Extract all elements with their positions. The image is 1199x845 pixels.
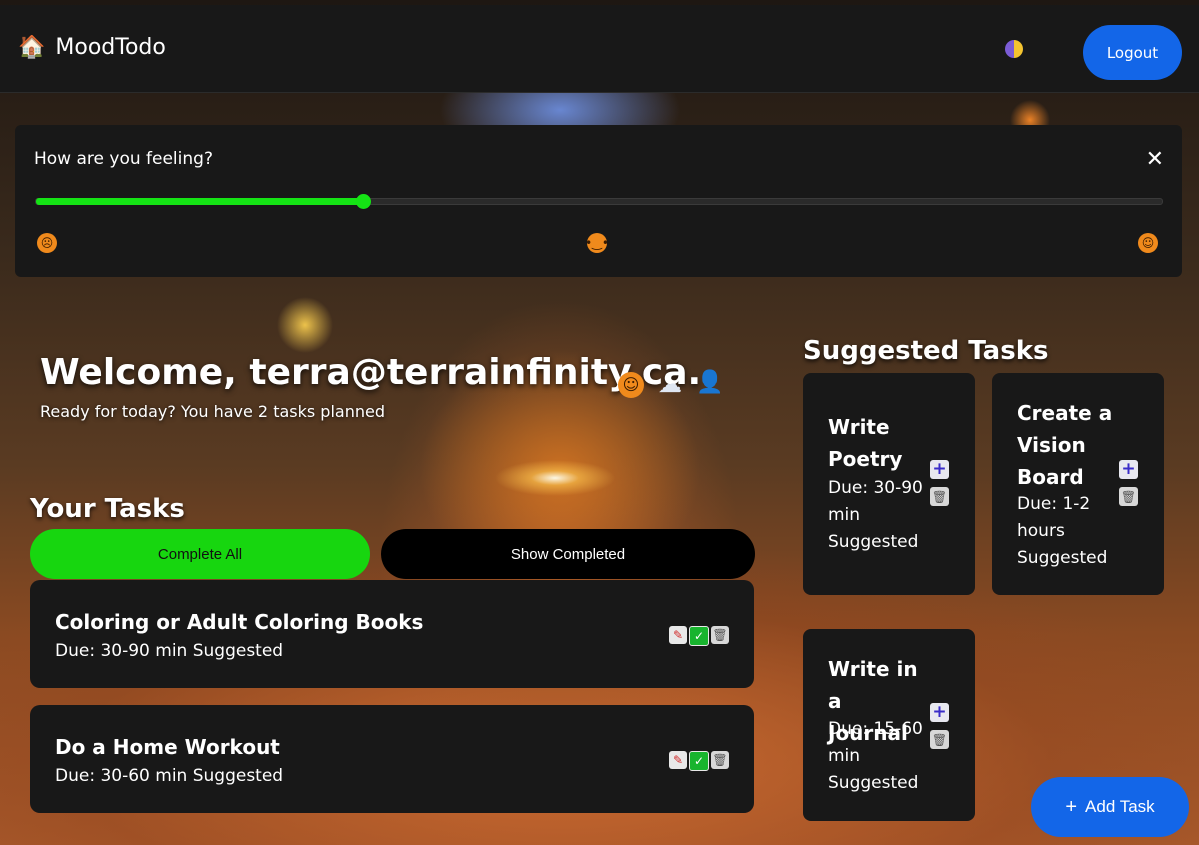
happy-face-icon[interactable]: ☺ xyxy=(1138,233,1158,253)
brand-name: MoodTodo xyxy=(55,35,166,60)
suggested-due: Due: 1-2 hours xyxy=(1017,494,1091,541)
tasks-heading: Your Tasks xyxy=(30,494,185,524)
suggested-title: Write Poetry xyxy=(828,415,903,471)
mood-slider-fill xyxy=(36,198,363,205)
add-icon[interactable]: + xyxy=(930,703,949,722)
mood-slider[interactable] xyxy=(35,194,1163,209)
task-card: Coloring or Adult Coloring Books Due: 30… xyxy=(30,580,754,688)
task-due: Due: 30-60 min Suggested xyxy=(55,766,284,786)
suggested-tag: Suggested xyxy=(1017,548,1108,568)
house-icon: 🏠 xyxy=(18,34,46,60)
mood-slider-thumb[interactable] xyxy=(355,194,371,209)
suggested-tag: Suggested xyxy=(828,532,919,552)
mood-question: How are you feeling? xyxy=(34,149,213,169)
brand[interactable]: 🏠 MoodTodo xyxy=(18,35,166,60)
task-actions: ✎ ✓ 🗑 xyxy=(669,751,729,771)
add-task-label: Add Task xyxy=(1085,797,1155,816)
sad-face-icon[interactable]: ☹ xyxy=(37,233,57,253)
add-task-button[interactable]: + Add Task xyxy=(1031,777,1189,837)
trash-icon[interactable]: 🗑 xyxy=(711,626,729,644)
welcome-subtitle: Ready for today? You have 2 tasks planne… xyxy=(40,402,385,421)
suggested-meta: Due: 15-60 min Suggested xyxy=(828,716,923,797)
task-title: Do a Home Workout xyxy=(55,735,280,759)
mood-panel: How are you feeling? ✕ ☹ •‿• ☺ xyxy=(15,125,1182,277)
trash-icon[interactable]: 🗑 xyxy=(930,730,949,749)
half-moon-icon[interactable] xyxy=(1005,40,1023,58)
add-icon[interactable]: + xyxy=(930,460,949,479)
edit-icon[interactable]: ✎ xyxy=(669,626,687,644)
logout-button[interactable]: Logout xyxy=(1083,25,1182,80)
trash-icon[interactable]: 🗑 xyxy=(930,487,949,506)
suggested-meta: Due: 30-90 min Suggested xyxy=(828,475,923,556)
show-completed-button[interactable]: Show Completed xyxy=(381,529,755,579)
suggested-due: Due: 15-60 min xyxy=(828,719,923,766)
suggested-due: Due: 30-90 min xyxy=(828,478,923,525)
task-title: Coloring or Adult Coloring Books xyxy=(55,610,424,634)
suggested-card: Write Poetry Due: 30-90 min Suggested + … xyxy=(803,373,975,595)
suggested-tag: Suggested xyxy=(828,773,919,793)
happy-face-icon: ☺ xyxy=(618,372,644,398)
navbar: 🏠 MoodTodo Logout xyxy=(0,5,1199,93)
complete-all-button[interactable]: Complete All xyxy=(30,529,370,579)
neutral-face-icon[interactable]: •‿• xyxy=(585,233,609,253)
user-icon: 👤 xyxy=(696,370,724,395)
add-icon[interactable]: + xyxy=(1119,460,1138,479)
suggested-card: Write in a Journal Due: 15-60 min Sugges… xyxy=(803,629,975,821)
trash-icon[interactable]: 🗑 xyxy=(1119,487,1138,506)
suggested-heading: Suggested Tasks xyxy=(803,336,1049,366)
trash-icon[interactable]: 🗑 xyxy=(711,751,729,769)
check-icon[interactable]: ✓ xyxy=(689,626,709,646)
task-actions: ✎ ✓ 🗑 xyxy=(669,626,729,646)
status-icons: ☺ ☁ 👤 xyxy=(618,372,723,398)
task-card: Do a Home Workout Due: 30-60 min Suggest… xyxy=(30,705,754,813)
suggested-card: Create a Vision Board Due: 1-2 hours Sug… xyxy=(992,373,1164,595)
check-icon[interactable]: ✓ xyxy=(689,751,709,771)
plus-icon: + xyxy=(1065,795,1078,818)
welcome-title: Welcome, terra@terrainfinity.ca. xyxy=(40,352,702,393)
edit-icon[interactable]: ✎ xyxy=(669,751,687,769)
suggested-title: Create a Vision Board xyxy=(1017,401,1113,489)
close-icon[interactable]: ✕ xyxy=(1146,147,1164,172)
suggested-meta: Due: 1-2 hours Suggested xyxy=(1017,491,1112,572)
weather-cloud-icon: ☁ xyxy=(658,370,682,398)
task-due: Due: 30-90 min Suggested xyxy=(55,641,284,661)
